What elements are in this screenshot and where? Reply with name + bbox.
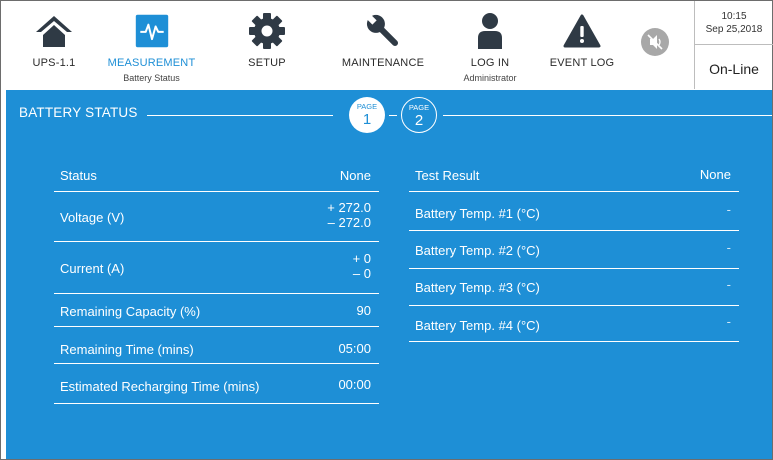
warning-icon <box>563 14 601 48</box>
row-value: 05:00 <box>338 341 371 356</box>
page-2-number: 2 <box>414 112 424 129</box>
row-status: Status None <box>54 161 379 192</box>
row-label: Remaining Capacity (%) <box>60 304 201 319</box>
gear-icon <box>249 13 285 49</box>
clock-time: 10:15 <box>721 11 747 22</box>
nav-event-log-label: EVENT LOG <box>549 57 615 69</box>
row-battery-temp-2: Battery Temp. #2 (°C) - <box>409 231 739 269</box>
title-rule-mid <box>389 115 397 116</box>
wrench-icon <box>365 13 399 47</box>
section-title: BATTERY STATUS <box>19 105 138 120</box>
row-battery-temp-4: Battery Temp. #4 (°C) - <box>409 306 739 342</box>
nav-maintenance-label: MAINTENANCE <box>341 57 425 69</box>
page-1-number: 1 <box>362 111 372 128</box>
nav-event-log[interactable]: EVENT LOG <box>542 1 622 89</box>
row-label: Battery Temp. #4 (°C) <box>415 318 540 333</box>
nav-login-label: LOG IN <box>470 57 510 69</box>
nav-maintenance[interactable]: MAINTENANCE <box>333 1 433 89</box>
page-2-button[interactable]: PAGE 2 <box>401 97 437 133</box>
page-2-caption: PAGE <box>408 103 430 112</box>
nav-measurement-sublabel: Battery Status <box>123 73 180 83</box>
speaker-muted-icon <box>647 34 663 50</box>
row-label: Estimated Recharging Time (mins) <box>60 379 260 394</box>
top-nav-bar: UPS-1.1 MEASUREMENT Battery Status SETUP… <box>1 1 773 89</box>
row-battery-temp-3: Battery Temp. #3 (°C) - <box>409 269 739 306</box>
page-1-caption: PAGE <box>356 102 378 111</box>
row-remaining-time: Remaining Time (mins) 05:00 <box>54 327 379 364</box>
row-label: Test Result <box>415 168 480 183</box>
row-value: None <box>699 167 731 182</box>
row-remaining-capacity: Remaining Capacity (%) 90 <box>54 294 379 327</box>
nav-measurement[interactable]: MEASUREMENT Battery Status <box>104 1 199 89</box>
row-value: 90 <box>356 303 371 318</box>
row-label: Battery Temp. #3 (°C) <box>415 280 540 295</box>
row-label: Battery Temp. #1 (°C) <box>415 206 540 221</box>
status-divider <box>695 44 773 45</box>
nav-setup[interactable]: SETUP <box>242 1 292 89</box>
title-rule-right <box>443 115 772 116</box>
row-voltage: Voltage (V) + 272.0 – 272.0 <box>54 192 379 242</box>
nav-measurement-label: MEASUREMENT <box>107 57 196 69</box>
row-label: Remaining Time (mins) <box>60 342 194 357</box>
mute-button[interactable] <box>641 28 669 56</box>
nav-login[interactable]: LOG IN Administrator <box>455 1 525 89</box>
row-value-positive: + 272.0 <box>327 200 371 215</box>
row-value: - <box>726 202 731 217</box>
ups-screen: UPS-1.1 MEASUREMENT Battery Status SETUP… <box>0 0 773 460</box>
page-1-button[interactable]: PAGE 1 <box>349 97 385 133</box>
row-current: Current (A) + 0 – 0 <box>54 242 379 294</box>
row-value: - <box>726 240 731 255</box>
row-label: Status <box>60 168 97 183</box>
row-battery-temp-1: Battery Temp. #1 (°C) - <box>409 192 739 231</box>
row-label: Voltage (V) <box>60 210 125 225</box>
row-value: None <box>339 168 371 183</box>
status-box: 10:15 Sep 25,2018 On-Line <box>694 1 773 89</box>
clock-date: Sep 25,2018 <box>705 24 763 35</box>
row-value: - <box>726 277 731 292</box>
user-icon <box>478 13 502 49</box>
row-value: 00:00 <box>338 377 371 392</box>
row-recharging-time: Estimated Recharging Time (mins) 00:00 <box>54 364 379 404</box>
row-label: Current (A) <box>60 261 125 276</box>
ups-mode: On-Line <box>709 61 759 77</box>
home-icon <box>36 16 72 47</box>
row-value-negative: – 0 <box>352 266 371 281</box>
title-rule-left <box>147 115 333 116</box>
row-label: Battery Temp. #2 (°C) <box>415 243 540 258</box>
nav-ups-label: UPS-1.1 <box>32 57 76 69</box>
nav-login-sublabel: Administrator <box>463 73 517 83</box>
nav-ups[interactable]: UPS-1.1 <box>29 1 79 89</box>
row-test-result: Test Result None <box>409 161 739 192</box>
nav-setup-label: SETUP <box>248 57 286 69</box>
row-value-positive: + 0 <box>352 251 371 266</box>
row-value-negative: – 272.0 <box>327 215 371 230</box>
row-value: - <box>726 314 731 329</box>
pulse-icon <box>135 14 168 48</box>
